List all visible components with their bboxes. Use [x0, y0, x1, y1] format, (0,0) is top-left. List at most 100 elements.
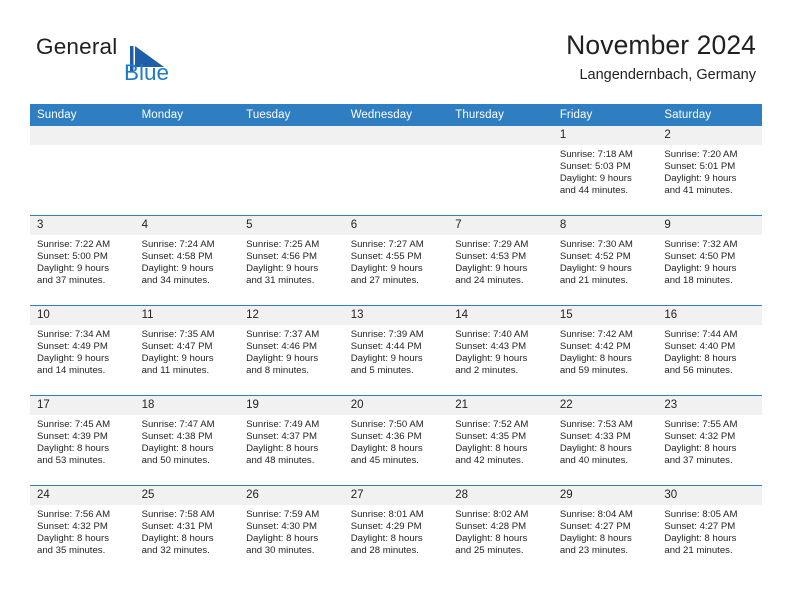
day-detail-line: Daylight: 8 hours: [664, 533, 737, 545]
day-number: 11: [134, 306, 240, 325]
day-number: 16: [657, 306, 762, 325]
calendar-day-cell[interactable]: 25 Sunrise: 7:58 AM Sunset: 4:31 PM Dayligh…: [134, 485, 240, 575]
day-detail-line: Sunrise: 7:55 AM: [664, 419, 738, 430]
calendar-day-cell[interactable]: 11 Sunrise: 7:35 AM Sunset: 4:47 PM Dayligh…: [134, 305, 240, 396]
brand-name-blue: Blue: [124, 60, 170, 85]
calendar-day-cell[interactable]: 13 Sunrise: 7:39 AM Sunset: 4:44 PM Dayligh…: [343, 305, 449, 396]
day-details: Sunrise: 7:59 AM Sunset: 4:30 PM Daylight:…: [239, 505, 344, 557]
day-details: Sunrise: 7:52 AM Sunset: 4:35 PM Daylight:…: [448, 415, 553, 467]
day-detail-line: and 53 minutes.: [37, 455, 106, 467]
calendar-day-cell[interactable]: 8 Sunrise: 7:30 AM Sunset: 4:52 PM Daylight…: [552, 215, 658, 306]
day-detail-line: Daylight: 9 hours: [246, 353, 319, 365]
calendar-day-cell[interactable]: 27 Sunrise: 8:01 AM Sunset: 4:29 PM Dayligh…: [343, 485, 449, 575]
calendar-day-cell[interactable]: 22 Sunrise: 7:53 AM Sunset: 4:33 PM Dayligh…: [552, 395, 658, 486]
day-detail-line: and 25 minutes.: [455, 545, 524, 557]
day-cell-inner: 3 Sunrise: 7:22 AM Sunset: 5:00 PM Daylight…: [30, 216, 135, 305]
calendar-day-cell[interactable]: 14 Sunrise: 7:40 AM Sunset: 4:43 PM Dayligh…: [448, 305, 553, 396]
calendar-day-cell[interactable]: 2 Sunrise: 7:20 AM Sunset: 5:01 PM Daylight…: [657, 126, 762, 216]
day-detail-line: Daylight: 8 hours: [559, 443, 632, 455]
calendar-day-cell[interactable]: [134, 126, 240, 216]
day-detail-line: Sunrise: 8:04 AM: [559, 509, 633, 520]
day-detail-line: Sunset: 4:37 PM: [246, 431, 318, 443]
day-detail-line: and 37 minutes.: [37, 275, 106, 287]
day-cell-inner: 8 Sunrise: 7:30 AM Sunset: 4:52 PM Daylight…: [552, 216, 658, 305]
calendar-day-cell[interactable]: 30 Sunrise: 8:05 AM Sunset: 4:27 PM Dayligh…: [657, 485, 762, 575]
calendar-day-cell[interactable]: 15 Sunrise: 7:42 AM Sunset: 4:42 PM Dayligh…: [552, 305, 658, 396]
calendar-day-cell[interactable]: 23 Sunrise: 7:55 AM Sunset: 4:32 PM Dayligh…: [657, 395, 762, 486]
day-detail-line: Sunset: 4:29 PM: [350, 521, 422, 533]
page-title: November 2024: [566, 30, 756, 60]
calendar-day-cell[interactable]: [343, 126, 449, 216]
day-number: 6: [343, 216, 449, 235]
day-details: Sunrise: 7:29 AM Sunset: 4:53 PM Daylight:…: [448, 235, 553, 287]
calendar-day-cell[interactable]: 18 Sunrise: 7:47 AM Sunset: 4:38 PM Dayligh…: [134, 395, 240, 486]
day-detail-line: Sunrise: 7:59 AM: [246, 509, 320, 520]
day-detail-line: and 14 minutes.: [37, 365, 106, 377]
calendar-day-cell[interactable]: 16 Sunrise: 7:44 AM Sunset: 4:40 PM Dayligh…: [657, 305, 762, 396]
day-detail-line: and 50 minutes.: [141, 455, 210, 467]
day-details: Sunrise: 7:37 AM Sunset: 4:46 PM Daylight:…: [239, 325, 344, 377]
day-detail-line: Daylight: 8 hours: [37, 533, 109, 545]
day-cell-inner: 18 Sunrise: 7:47 AM Sunset: 4:38 PM Dayligh…: [134, 396, 240, 485]
day-detail-line: Daylight: 9 hours: [559, 263, 632, 275]
calendar-day-cell[interactable]: 17 Sunrise: 7:45 AM Sunset: 4:39 PM Dayligh…: [30, 395, 135, 486]
day-detail-line: and 40 minutes.: [559, 455, 629, 467]
brand-logo[interactable]: General Blue: [36, 35, 276, 92]
calendar-day-cell[interactable]: 10 Sunrise: 7:34 AM Sunset: 4:49 PM Dayligh…: [30, 305, 135, 396]
day-number: 19: [239, 396, 344, 415]
day-detail-line: Sunrise: 7:22 AM: [37, 239, 111, 250]
day-details: Sunrise: 7:34 AM Sunset: 4:49 PM Daylight:…: [30, 325, 135, 377]
calendar-day-cell[interactable]: 12 Sunrise: 7:37 AM Sunset: 4:46 PM Dayligh…: [239, 305, 344, 396]
day-details: Sunrise: 7:55 AM Sunset: 4:32 PM Daylight:…: [657, 415, 762, 467]
calendar-day-cell[interactable]: 26 Sunrise: 7:59 AM Sunset: 4:30 PM Dayligh…: [239, 485, 344, 575]
day-detail-line: Sunrise: 7:24 AM: [141, 239, 215, 250]
calendar-day-cell[interactable]: 5 Sunrise: 7:25 AM Sunset: 4:56 PM Daylight…: [239, 215, 344, 306]
day-detail-line: Daylight: 8 hours: [559, 533, 632, 545]
weekday-header-saturday: Saturday: [657, 104, 762, 126]
day-details: Sunrise: 7:35 AM Sunset: 4:47 PM Daylight:…: [135, 325, 240, 377]
calendar-day-cell[interactable]: [30, 126, 135, 216]
calendar-week-row: 1 Sunrise: 7:18 AM Sunset: 5:03 PM Daylight…: [30, 126, 762, 216]
calendar-day-cell[interactable]: 19 Sunrise: 7:49 AM Sunset: 4:37 PM Dayligh…: [239, 395, 344, 486]
day-detail-line: Sunset: 4:27 PM: [559, 521, 631, 533]
calendar-day-cell[interactable]: 1 Sunrise: 7:18 AM Sunset: 5:03 PM Daylight…: [552, 126, 658, 216]
day-details: Sunrise: 7:49 AM Sunset: 4:37 PM Daylight:…: [239, 415, 344, 467]
calendar-day-cell[interactable]: 20 Sunrise: 7:50 AM Sunset: 4:36 PM Dayligh…: [343, 395, 449, 486]
day-details: Sunrise: 7:50 AM Sunset: 4:36 PM Daylight:…: [344, 415, 449, 467]
day-detail-line: Sunset: 4:31 PM: [141, 521, 213, 533]
calendar-week-row: 3 Sunrise: 7:22 AM Sunset: 5:00 PM Daylight…: [30, 215, 762, 306]
day-detail-line: Sunrise: 8:05 AM: [664, 509, 738, 520]
calendar-day-cell[interactable]: 29 Sunrise: 8:04 AM Sunset: 4:27 PM Dayligh…: [552, 485, 658, 575]
day-detail-line: and 23 minutes.: [559, 545, 629, 557]
day-detail-line: Sunset: 4:58 PM: [141, 251, 213, 263]
day-cell-inner: 13 Sunrise: 7:39 AM Sunset: 4:44 PM Dayligh…: [343, 306, 449, 395]
day-details: Sunrise: 8:05 AM Sunset: 4:27 PM Daylight:…: [657, 505, 762, 557]
day-detail-line: Daylight: 9 hours: [141, 353, 214, 365]
calendar-day-cell[interactable]: 21 Sunrise: 7:52 AM Sunset: 4:35 PM Dayligh…: [448, 395, 553, 486]
day-detail-line: and 44 minutes.: [559, 185, 629, 197]
day-details: Sunrise: 8:04 AM Sunset: 4:27 PM Daylight:…: [553, 505, 658, 557]
day-detail-line: Sunrise: 7:35 AM: [141, 329, 215, 340]
calendar-day-cell[interactable]: 6 Sunrise: 7:27 AM Sunset: 4:55 PM Daylight…: [343, 215, 449, 306]
day-detail-line: Daylight: 8 hours: [664, 443, 737, 455]
day-number: 3: [30, 216, 135, 235]
calendar-day-cell[interactable]: 24 Sunrise: 7:56 AM Sunset: 4:32 PM Dayligh…: [30, 485, 135, 575]
day-detail-line: Daylight: 9 hours: [37, 263, 109, 275]
day-detail-line: Sunset: 4:36 PM: [350, 431, 422, 443]
day-cell-inner: 25 Sunrise: 7:58 AM Sunset: 4:31 PM Dayligh…: [134, 486, 240, 575]
day-detail-line: Sunrise: 8:02 AM: [455, 509, 529, 520]
calendar-day-cell[interactable]: 4 Sunrise: 7:24 AM Sunset: 4:58 PM Daylight…: [134, 215, 240, 306]
day-detail-line: Sunset: 4:53 PM: [455, 251, 527, 263]
calendar-day-cell[interactable]: 28 Sunrise: 8:02 AM Sunset: 4:28 PM Dayligh…: [448, 485, 553, 575]
calendar-day-cell[interactable]: 7 Sunrise: 7:29 AM Sunset: 4:53 PM Daylight…: [448, 215, 553, 306]
day-detail-line: and 32 minutes.: [141, 545, 210, 557]
day-details: Sunrise: 7:25 AM Sunset: 4:56 PM Daylight:…: [239, 235, 344, 287]
day-cell-inner: 16 Sunrise: 7:44 AM Sunset: 4:40 PM Dayligh…: [657, 306, 762, 395]
day-number: [134, 126, 240, 145]
calendar-day-cell[interactable]: 9 Sunrise: 7:32 AM Sunset: 4:50 PM Daylight…: [657, 215, 762, 306]
calendar-day-cell[interactable]: 3 Sunrise: 7:22 AM Sunset: 5:00 PM Daylight…: [30, 215, 135, 306]
calendar-day-cell[interactable]: [448, 126, 553, 216]
day-detail-line: Sunset: 4:44 PM: [350, 341, 422, 353]
calendar-day-cell[interactable]: [239, 126, 344, 216]
weekday-header-friday: Friday: [552, 104, 658, 126]
